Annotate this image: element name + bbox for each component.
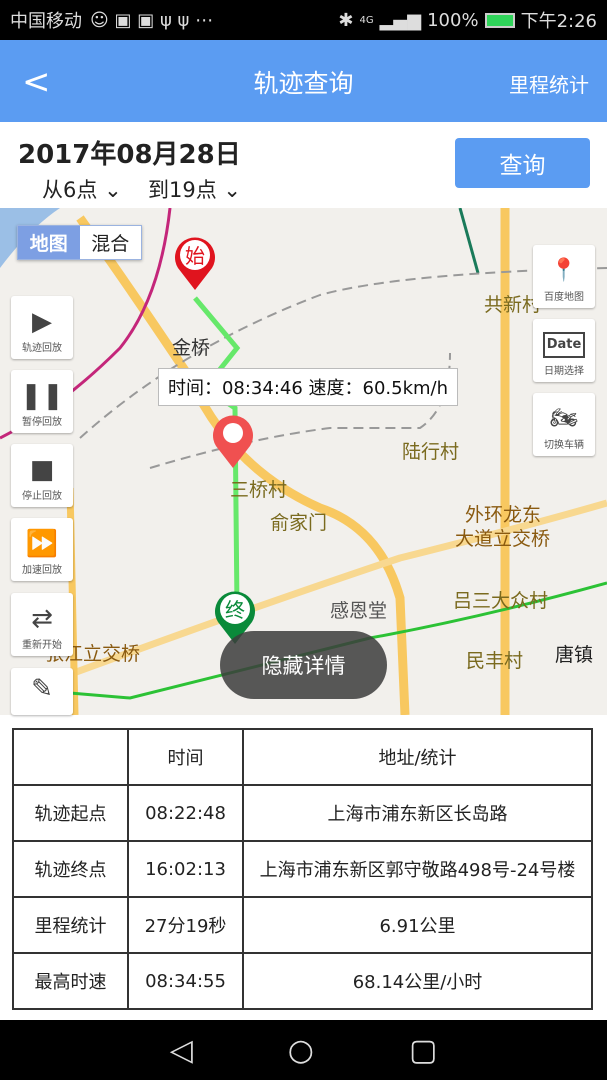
draw-button[interactable]: ✎ bbox=[11, 668, 73, 715]
to-hour-select[interactable]: 到19点 ⌄ bbox=[148, 174, 241, 204]
row-time: 08:34:55 bbox=[127, 952, 244, 1010]
row-label: 最高时速 bbox=[12, 952, 129, 1010]
table-row: 轨迹终点 16:02:13 上海市浦东新区郭守敬路498号-24号楼 bbox=[12, 840, 593, 898]
chevron-down-icon: ⌄ bbox=[223, 178, 242, 202]
mileage-stats-link[interactable]: 里程统计 bbox=[509, 69, 589, 98]
place-label: 民丰村 bbox=[466, 650, 524, 672]
hybrid-mode-button[interactable]: 混合 bbox=[79, 226, 141, 259]
row-label: 轨迹终点 bbox=[12, 840, 129, 898]
map-mode-button[interactable]: 地图 bbox=[18, 226, 80, 259]
network-type: 4G bbox=[359, 14, 374, 26]
query-button[interactable]: 查询 bbox=[455, 138, 590, 188]
control-label: 暂停回放 bbox=[22, 417, 62, 428]
baidu-map-button[interactable]: 📍 百度地图 bbox=[533, 245, 595, 308]
control-label: 轨迹回放 bbox=[22, 343, 62, 354]
row-time: 08:22:48 bbox=[127, 784, 244, 842]
bluetooth-icon: ✱ bbox=[338, 9, 354, 31]
stop-playback-button[interactable]: ■ 停止回放 bbox=[11, 444, 73, 507]
row-value: 上海市浦东新区长岛路 bbox=[242, 784, 593, 842]
baidu-pin-icon: 📍 bbox=[550, 258, 578, 283]
from-hour-select[interactable]: 从6点 ⌄ bbox=[42, 174, 122, 204]
battery-icon bbox=[484, 12, 515, 28]
pen-icon: ✎ bbox=[31, 674, 53, 704]
fast-forward-icon: ⏩ bbox=[25, 529, 59, 559]
hide-details-button[interactable]: 隐藏详情 bbox=[220, 631, 387, 699]
control-label: 切换车辆 bbox=[544, 440, 584, 451]
app-header: < 轨迹查询 里程统计 bbox=[0, 40, 607, 122]
restart-button[interactable]: ⇄ 重新开始 bbox=[11, 593, 73, 656]
track-playback-button[interactable]: ▶ 轨迹回放 bbox=[11, 296, 73, 359]
back-triangle-icon[interactable]: ◁ bbox=[170, 1033, 193, 1068]
place-label: 外环龙东 bbox=[465, 504, 542, 526]
status-bar: 中国移动 ☺ ▣ ▣ ψ ψ ⋯ ✱ 4G ▂▄▆ 100% 下午2:26 bbox=[0, 0, 607, 40]
row-value: 上海市浦东新区郭守敬路498号-24号楼 bbox=[242, 840, 593, 898]
row-value: 6.91公里 bbox=[242, 896, 593, 954]
table-row: 里程统计 27分19秒 6.91公里 bbox=[12, 896, 593, 954]
control-label: 百度地图 bbox=[544, 292, 584, 303]
repeat-icon: ⇄ bbox=[31, 604, 53, 634]
svg-text:始: 始 bbox=[185, 244, 205, 268]
pause-playback-button[interactable]: ❚❚ 暂停回放 bbox=[11, 370, 73, 433]
row-time: 27分19秒 bbox=[127, 896, 244, 954]
play-icon: ▶ bbox=[32, 307, 52, 337]
header-cell: 地址/统计 bbox=[242, 728, 593, 786]
carrier: 中国移动 bbox=[10, 11, 82, 32]
place-label: 三桥村 bbox=[230, 479, 288, 501]
speed-tooltip: 时间：08:34:46 速度：60.5km/h bbox=[158, 368, 458, 406]
place-label: 唐镇 bbox=[555, 644, 594, 666]
map-type-toggle: 地图 混合 bbox=[17, 225, 142, 260]
battery-percent: 100% bbox=[427, 9, 479, 31]
control-label: 加速回放 bbox=[22, 565, 62, 576]
clock: 下午2:26 bbox=[520, 11, 597, 32]
track-summary-table: 时间 地址/统计 轨迹起点 08:22:48 上海市浦东新区长岛路 轨迹终点 16:0… bbox=[12, 728, 593, 1010]
from-hour-value: 从6点 bbox=[42, 178, 98, 202]
control-label: 停止回放 bbox=[22, 491, 62, 502]
header-cell bbox=[12, 728, 129, 786]
switch-vehicle-button[interactable]: 🏍 切换车辆 bbox=[533, 393, 595, 456]
header-cell: 时间 bbox=[127, 728, 244, 786]
date-label[interactable]: 2017年08月28日 bbox=[18, 134, 241, 171]
table-row: 轨迹起点 08:22:48 上海市浦东新区长岛路 bbox=[12, 784, 593, 842]
place-label: 陆行村 bbox=[402, 441, 460, 463]
to-hour-value: 到19点 bbox=[148, 178, 217, 202]
date-select-button[interactable]: Date 日期选择 bbox=[533, 319, 595, 382]
table-row: 最高时速 08:34:55 68.14公里/小时 bbox=[12, 952, 593, 1010]
system-nav-bar: ◁ ○ ▢ bbox=[0, 1020, 607, 1080]
place-label: 吕三大众村 bbox=[453, 590, 549, 612]
row-value: 68.14公里/小时 bbox=[242, 952, 593, 1010]
home-circle-icon[interactable]: ○ bbox=[288, 1033, 314, 1068]
row-time: 16:02:13 bbox=[127, 840, 244, 898]
control-label: 日期选择 bbox=[544, 366, 584, 377]
recents-square-icon[interactable]: ▢ bbox=[409, 1033, 437, 1068]
place-label: 俞家门 bbox=[270, 512, 328, 534]
query-bar: 2017年08月28日 从6点 ⌄ 到19点 ⌄ 查询 bbox=[0, 122, 607, 208]
svg-text:终: 终 bbox=[225, 598, 245, 622]
control-label: 重新开始 bbox=[22, 640, 62, 651]
place-label: 大道立交桥 bbox=[455, 528, 551, 550]
speed-up-button[interactable]: ⏩ 加速回放 bbox=[11, 518, 73, 581]
calendar-icon: Date bbox=[542, 332, 586, 358]
table-header-row: 时间 地址/统计 bbox=[12, 728, 593, 786]
motorcycle-icon: 🏍 bbox=[550, 406, 578, 431]
vehicle-marker[interactable] bbox=[210, 410, 256, 470]
pause-icon: ❚❚ bbox=[20, 381, 64, 411]
chevron-down-icon: ⌄ bbox=[104, 178, 122, 202]
row-label: 里程统计 bbox=[12, 896, 129, 954]
place-label: 金桥 bbox=[172, 337, 211, 359]
start-marker[interactable]: 始 bbox=[172, 232, 218, 292]
stop-icon: ■ bbox=[29, 455, 55, 485]
notification-icons: ☺ ▣ ▣ ψ ψ ⋯ bbox=[90, 9, 214, 31]
place-label: 感恩堂 bbox=[330, 600, 388, 622]
row-label: 轨迹起点 bbox=[12, 784, 129, 842]
signal-icon: ▂▄▆ bbox=[379, 9, 422, 31]
